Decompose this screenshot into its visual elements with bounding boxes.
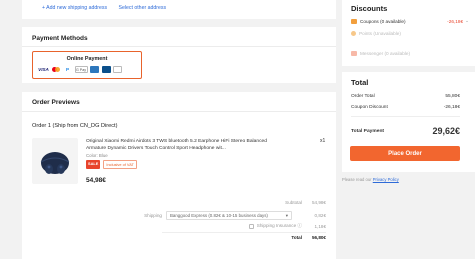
coupons-amount: -26,18€ [447, 18, 464, 24]
points-icon [351, 31, 356, 36]
paypal-logo: P [65, 67, 70, 72]
subtotal-row: Subtotal 54,98€ [285, 200, 326, 205]
order-total-label: Order Total [351, 94, 375, 99]
add-shipping-address-link[interactable]: + Add new shipping address [42, 5, 107, 11]
payment-methods-title: Payment Methods [32, 35, 88, 42]
order-previews-panel: Order Previews Order 1 (Ship from CN_DG … [22, 92, 336, 259]
online-payment-label: Online Payment [66, 56, 108, 62]
total-payment-row: Total Payment 29,62€ [351, 126, 460, 136]
gpay-logo: G Pay [74, 66, 88, 73]
product-quantity: x1 [320, 138, 326, 144]
shipping-label: Shipping [144, 213, 162, 218]
product-image[interactable] [32, 138, 78, 184]
messenger-row: Messenger (0 available) [351, 51, 469, 56]
privacy-notice: Please read our Privacy Policy [342, 177, 399, 182]
coupon-icon [351, 18, 357, 24]
order-subtitle: Order 1 (Ship from CN_DG Direct) [32, 123, 118, 129]
coupons-row[interactable]: Coupons (0 available) -26,18€ ⌄ [351, 18, 469, 24]
product-price: 54,98€ [86, 177, 106, 184]
points-label: Points (Unavailable) [359, 31, 401, 36]
insurance-value: 1,18€ [314, 223, 327, 229]
coupon-discount-label: Coupon Discount [351, 105, 388, 110]
subtotal-label: Subtotal [285, 200, 302, 205]
order-total-label: Total [291, 235, 302, 240]
sale-badge: SALE [86, 160, 101, 169]
payment-methods-panel: Payment Methods Online Payment VISA P G … [22, 27, 336, 83]
order-total-row: Order Total 55,80€ [351, 94, 460, 99]
product-color: Color: Blue [86, 153, 108, 158]
chevron-down-icon: ▾ [285, 212, 288, 218]
discounts-panel: Discounts Coupons (0 available) -26,18€ … [342, 0, 475, 66]
place-order-button[interactable]: Place Order [350, 146, 460, 161]
address-links: + Add new shipping address Select other … [42, 5, 176, 11]
order-total-value: 56,80€ [311, 235, 326, 240]
order-total-value: 55,80€ [445, 94, 460, 99]
address-panel: + Add new shipping address Select other … [22, 0, 336, 19]
bank-logo [101, 66, 111, 73]
earbuds-case-icon [40, 152, 70, 174]
mastercard-logo [51, 66, 61, 73]
visa-logo: VISA [38, 67, 49, 72]
total-payment-value: 29,62€ [432, 126, 460, 136]
insurance-label: Shipping Insurance ⓘ [256, 223, 302, 228]
product-badges: SALE Inclusive of VAT [86, 160, 137, 169]
generic-card-logo [113, 66, 122, 73]
discounts-title: Discounts [351, 4, 388, 13]
divider [351, 116, 460, 117]
privacy-prefix: Please read our [342, 177, 373, 182]
order-previews-title: Order Previews [32, 99, 80, 106]
shipping-row: Shipping Banggood Express (0.82€ & 10-15… [144, 211, 326, 220]
vat-badge: Inclusive of VAT [103, 160, 137, 169]
divider [22, 111, 336, 112]
total-title: Total [351, 78, 369, 87]
divider [162, 232, 326, 233]
shipping-method-select[interactable]: Banggood Express (0.82€ & 10-15 business… [166, 211, 292, 220]
messenger-label: Messenger (0 available) [360, 51, 411, 56]
insurance-checkbox[interactable] [248, 223, 254, 229]
total-panel: Total Order Total 55,80€ Coupon Discount… [342, 72, 475, 172]
payment-logos: VISA P G Pay [38, 66, 122, 73]
total-payment-label: Total Payment [351, 128, 385, 134]
points-row: Points (Unavailable) [351, 31, 469, 36]
subtotal-value: 54,98€ [311, 200, 326, 205]
messenger-icon [351, 51, 357, 56]
coupon-discount-value: -26,18€ [443, 105, 460, 110]
divider [22, 46, 336, 47]
amex-logo [90, 66, 99, 73]
chevron-down-icon: ⌄ [465, 18, 469, 23]
coupons-label: Coupons (0 available) [360, 18, 406, 24]
shipping-value: 0,82€ [314, 213, 327, 218]
privacy-policy-link[interactable]: Privacy Policy [373, 177, 399, 182]
order-total-row: Total 56,80€ [291, 235, 326, 240]
coupon-discount-row: Coupon Discount -26,18€ [351, 105, 460, 110]
shipping-option: Banggood Express (0.82€ & 10-15 business… [170, 213, 268, 218]
insurance-row: Shipping Insurance ⓘ 1,18€ [248, 223, 327, 229]
product-title[interactable]: Original Xiaomi Redmi Airdots 3 TWS blue… [86, 138, 286, 152]
select-other-address-link[interactable]: Select other address [119, 5, 167, 11]
online-payment-option[interactable]: Online Payment VISA P G Pay [32, 51, 142, 79]
